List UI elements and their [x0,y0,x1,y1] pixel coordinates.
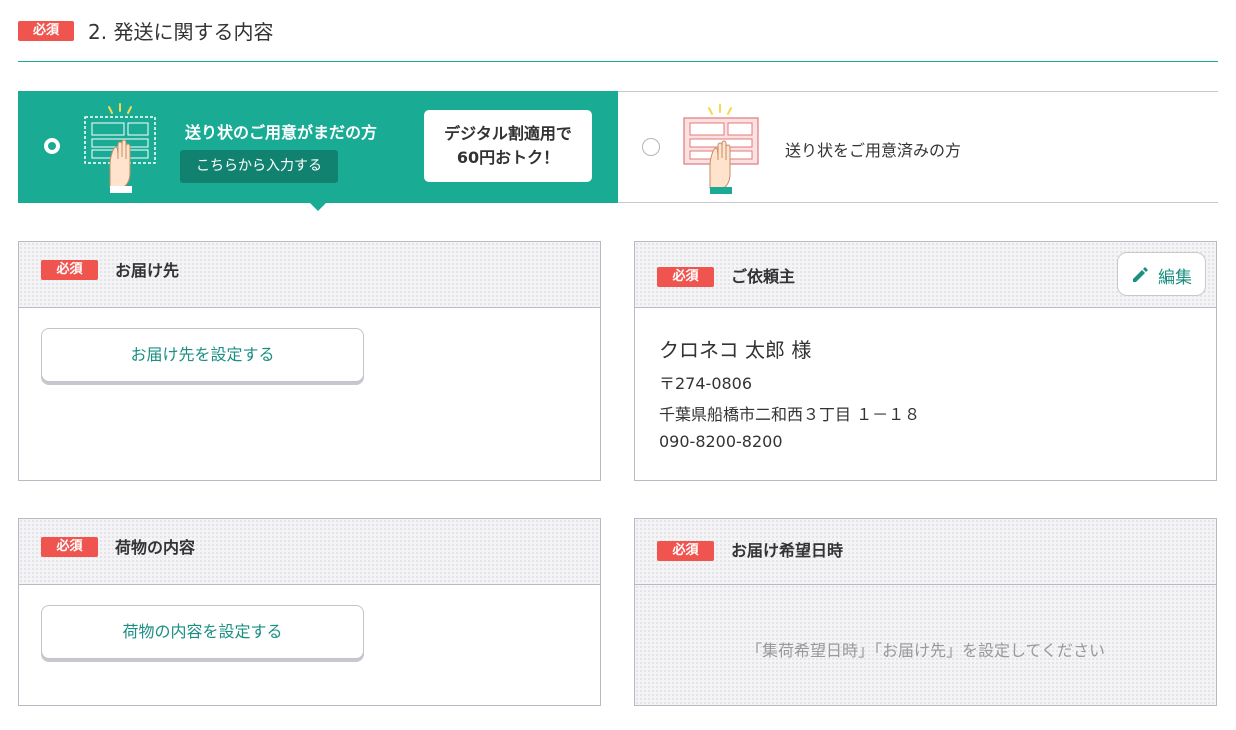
radio-selected-icon[interactable] [44,138,60,154]
option-no-label[interactable]: 送り状のご用意がまだの方 こちらから入力する デジタル割適用で 60円おトク！ [18,91,618,211]
sender-address: 千葉県船橋市二和西３丁目 １－１８ [659,405,921,424]
delivery-time-panel: 必須 お届け希望日時 「集荷希望日時」「お届け先」を設定してください [634,518,1217,706]
set-contents-button[interactable]: 荷物の内容を設定する [41,605,364,659]
promo-line-2: 60円おトク！ [456,148,560,167]
hand-holding-slip-icon [683,104,759,194]
destination-panel-body: お届け先を設定する [19,308,600,480]
enter-label-button[interactable]: こちらから入力する [180,150,338,183]
delivery-time-hint: 「集荷希望日時」「お届け先」を設定してください [745,641,1106,660]
label-option-selector: 送り状のご用意がまだの方 こちらから入力する デジタル割適用で 60円おトク！ … [18,91,1218,211]
sender-panel: 必須 ご依頼主 編集 クロネコ 太郎 様 〒274-0806 千葉県船橋市二和西… [634,241,1217,481]
option-no-label-title: 送り状のご用意がまだの方 [185,123,378,142]
required-badge: 必須 [657,267,714,287]
sender-phone: 090-8200-8200 [659,432,783,451]
required-badge: 必須 [657,541,714,561]
contents-panel-title: 荷物の内容 [115,538,196,557]
option-has-label[interactable]: 送り状をご用意済みの方 [618,91,1218,203]
digital-discount-promo: デジタル割適用で 60円おトク！ [424,110,592,182]
delivery-time-panel-body: 「集荷希望日時」「お届け先」を設定してください [635,585,1216,705]
sender-panel-body: クロネコ 太郎 様 〒274-0806 千葉県船橋市二和西３丁目 １－１８ 09… [635,308,1216,480]
sender-postal-code: 〒274-0806 [659,374,753,393]
required-badge: 必須 [41,260,98,280]
radio-unselected-icon[interactable] [642,138,660,156]
contents-panel-header: 必須 荷物の内容 [19,519,600,585]
hand-holding-label-icon [84,103,156,193]
section-title: 2. 発送に関する内容 [88,20,274,44]
set-destination-button[interactable]: お届け先を設定する [41,328,364,382]
promo-line-1: デジタル割適用で [444,124,572,143]
sender-panel-title: ご依頼主 [731,267,796,286]
contents-panel: 必須 荷物の内容 荷物の内容を設定する [18,518,601,706]
edit-label: 編集 [1158,268,1192,288]
required-badge: 必須 [18,21,74,41]
destination-panel: 必須 お届け先 お届け先を設定する [18,241,601,481]
section-header: 必須 2. 発送に関する内容 [18,18,1218,62]
delivery-time-panel-header: 必須 お届け希望日時 [635,519,1216,585]
destination-panel-header: 必須 お届け先 [19,242,600,308]
option-has-label-title: 送り状をご用意済みの方 [785,141,962,160]
destination-panel-title: お届け先 [115,261,180,280]
edit-sender-button[interactable]: 編集 [1117,252,1206,296]
sender-panel-header: 必須 ご依頼主 編集 [635,242,1216,308]
pencil-icon [1133,267,1148,282]
required-badge: 必須 [41,537,98,557]
sender-name: クロネコ 太郎 様 [659,338,812,362]
contents-panel-body: 荷物の内容を設定する [19,585,600,705]
delivery-time-panel-title: お届け希望日時 [731,541,844,560]
